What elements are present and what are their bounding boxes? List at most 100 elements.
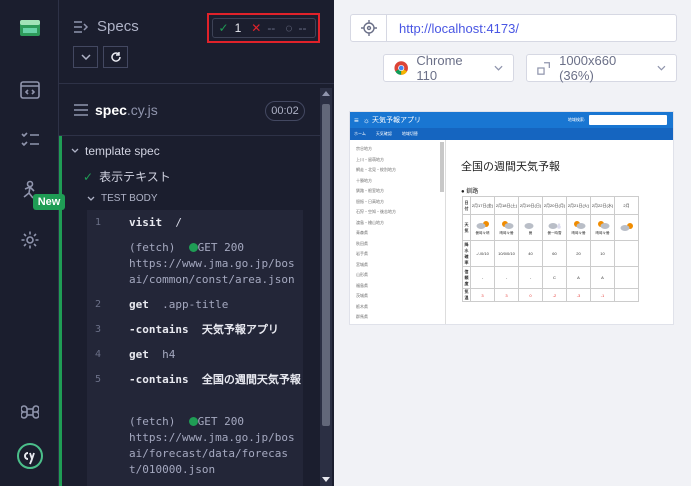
region-list-item[interactable]: 秋田県 xyxy=(356,241,368,247)
document-lines-icon xyxy=(74,104,88,116)
forecast-cell xyxy=(614,214,639,241)
region-list-item[interactable]: 山形県 xyxy=(356,272,368,278)
forecast-cell: 曇時々晴 xyxy=(470,214,495,241)
spec-duration: 00:02 xyxy=(265,101,305,121)
region-list-item[interactable]: 宮城県 xyxy=(356,262,368,268)
selector-playground-button[interactable] xyxy=(351,15,387,41)
expand-collapse-button[interactable] xyxy=(73,46,98,68)
test-stats: ✓ 1 ✕ -- ◌ -- xyxy=(211,18,316,38)
region-list-item[interactable]: 宗谷地方 xyxy=(356,146,372,152)
forecast-cell: 2月21日(火) xyxy=(566,196,591,215)
chevron-down-icon xyxy=(657,65,666,71)
region-list-item[interactable]: 茨城県 xyxy=(356,293,368,299)
weather-sun-cloud-icon xyxy=(573,220,585,229)
command-number: 4 xyxy=(95,349,102,360)
region-list-item[interactable]: 胆振・日高地方 xyxy=(356,199,384,205)
forecast-cell xyxy=(614,288,639,302)
test-body-label: TEST BODY xyxy=(101,193,158,204)
settings-gear-icon[interactable] xyxy=(0,220,59,260)
forecast-cell xyxy=(614,240,639,267)
pending-count: -- xyxy=(298,21,307,35)
region-list-scrollbar[interactable] xyxy=(440,142,444,192)
forecast-row: 信頼度 - - - C A A xyxy=(462,266,639,289)
forecast-cell: 2月 xyxy=(614,196,639,215)
spec-ext: .cy.js xyxy=(126,102,158,118)
command-name: get xyxy=(129,348,149,361)
viewport-select[interactable]: 1000x660 (36%) xyxy=(526,53,677,83)
region-list-item[interactable]: 福島県 xyxy=(356,283,368,289)
nav-region[interactable]: 地域切替 xyxy=(402,131,418,137)
region-list-item[interactable]: 栃木県 xyxy=(356,304,368,310)
passed-indicator-bar xyxy=(59,136,62,486)
reporter-panel: Specs ✓ 1 ✕ -- ◌ -- spec .cy.js 00:02 te… xyxy=(59,0,334,486)
failed-count: -- xyxy=(267,21,276,35)
suite-row[interactable]: template spec xyxy=(71,144,160,158)
scrollbar-thumb[interactable] xyxy=(322,104,330,426)
forecast-row-label: 日付 xyxy=(462,196,471,215)
command-log: 1 visit / (fetch) GET 200 https://www.jm… xyxy=(87,210,303,486)
forecast-cell: 2月20日(月) xyxy=(542,196,567,215)
cypress-home-icon[interactable] xyxy=(0,8,59,48)
region-list-item[interactable]: 釧路・根室地方 xyxy=(356,188,384,194)
weekly-forecast-table: 日付 2月17日(金) 2月18日(土) 2月19日(日) 2月20日(月) 2月21日(… xyxy=(462,196,639,302)
forecast-row: 降水確率 -/-/0/10 10/0/0/10 40 60 20 10 xyxy=(462,240,639,267)
region-list-item[interactable]: 岩手県 xyxy=(356,251,368,257)
command-arg: 天気予報アプリ xyxy=(201,323,279,336)
failed-x-icon: ✕ xyxy=(251,21,262,35)
forecast-cell: A xyxy=(590,266,615,289)
command-row[interactable]: 5 -contains 全国の週間天気予報 xyxy=(87,371,303,407)
suite-title: template spec xyxy=(85,144,160,158)
aut-iframe[interactable]: ≡ ☼ 天気予報アプリ 地域検索: ホーム 天気確認 地域切替 全国の週間天気予… xyxy=(350,112,673,324)
crosshair-icon xyxy=(360,20,377,36)
forecast-cell: 曇 xyxy=(518,214,543,241)
forecast-cell: - xyxy=(518,266,543,289)
keyboard-shortcuts-icon[interactable] xyxy=(0,392,59,432)
command-row[interactable]: 4 get h4 xyxy=(87,346,303,366)
command-number: 5 xyxy=(95,374,102,385)
forecast-cell: 2月17日(金) xyxy=(470,196,495,215)
browser-name: Chrome 110 xyxy=(416,53,463,83)
command-name: get xyxy=(129,298,149,311)
runs-icon[interactable] xyxy=(0,70,59,110)
forecast-cell: 2月22日(水) xyxy=(590,196,615,215)
region-list-item[interactable]: 群馬県 xyxy=(356,314,368,320)
weather-sun-cloud-icon xyxy=(501,220,513,229)
menu-icon[interactable]: ≡ xyxy=(354,116,359,125)
forecast-row-label: 降水確率 xyxy=(462,240,471,267)
region-list-item[interactable]: 十勝地方 xyxy=(356,178,372,184)
scroll-down-icon[interactable] xyxy=(322,477,330,482)
command-row[interactable]: 3 -contains 天気予報アプリ xyxy=(87,321,303,341)
command-number: 3 xyxy=(95,324,102,335)
command-row[interactable]: 1 visit / xyxy=(87,214,303,234)
command-row[interactable]: 2 get .app-title xyxy=(87,296,303,316)
url-display[interactable]: http://localhost:4173/ xyxy=(387,21,519,36)
region-list-item[interactable]: 網走・北見・紋別地方 xyxy=(356,167,396,173)
chevron-down-icon xyxy=(494,65,503,71)
scroll-up-icon[interactable] xyxy=(322,91,330,96)
region-list-item[interactable]: 石狩・空知・後志地方 xyxy=(356,209,396,215)
region-list-item[interactable]: 渡島・檜山地方 xyxy=(356,220,384,226)
fetch-row[interactable]: (fetch) GET 200 https://www.jma.go.jp/bo… xyxy=(87,414,303,484)
region-search-label: 地域検索: xyxy=(567,117,585,122)
nav-weather[interactable]: 天気確認 xyxy=(376,131,392,137)
sun-icon: ☼ xyxy=(362,115,371,125)
specs-toggle[interactable]: Specs xyxy=(73,18,139,35)
weather-cloud-snow-icon xyxy=(548,222,561,229)
region-list-item[interactable]: 上川・留萌地方 xyxy=(356,157,384,163)
forecast-cell: 晴時々曇 xyxy=(590,214,615,241)
forecast-cell: 60 xyxy=(542,240,567,267)
command-arg: .app-title xyxy=(162,298,229,311)
fetch-row[interactable]: (fetch) GET 200 https://www.jma.go.jp/bo… xyxy=(87,240,303,290)
region-search-select[interactable] xyxy=(589,115,667,125)
specs-list-icon[interactable] xyxy=(0,120,59,160)
app-title: 天気予報アプリ xyxy=(372,117,422,124)
region-list-item[interactable]: 青森県 xyxy=(356,230,368,236)
reporter-scrollbar[interactable] xyxy=(320,88,332,486)
forecast-cell: 晴時々曇 xyxy=(566,214,591,241)
browser-select[interactable]: Chrome 110 xyxy=(383,53,514,83)
test-body-row[interactable]: TEST BODY xyxy=(87,193,158,204)
rerun-button[interactable] xyxy=(103,46,128,68)
fetch-method: GET 200 xyxy=(197,415,244,428)
test-row[interactable]: ✓ 表示テキスト xyxy=(83,168,171,185)
nav-home[interactable]: ホーム xyxy=(354,131,366,137)
